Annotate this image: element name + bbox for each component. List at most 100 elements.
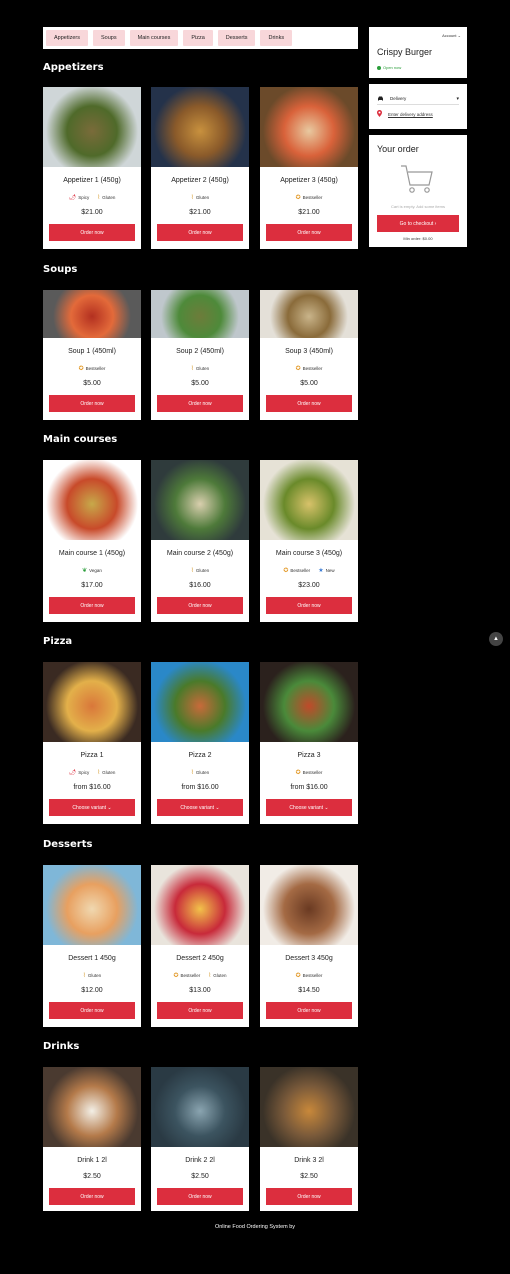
category-chip-appetizers[interactable]: Appetizers	[46, 30, 88, 46]
scroll-to-top-button[interactable]: ▲	[489, 632, 503, 646]
menu-item-card: Appetizer 3 (450g) ✪ Bestseller $21.00 Order…	[260, 87, 358, 249]
menu-item-badges: ⌇ Gluten	[43, 971, 141, 979]
delivery-mode-select[interactable]: Delivery ▾	[377, 93, 459, 105]
menu-item-photo[interactable]	[260, 1067, 358, 1147]
order-now-button[interactable]: Order now	[266, 1188, 352, 1205]
order-now-button[interactable]: Order now	[157, 395, 243, 412]
order-now-button[interactable]: Order now	[157, 1188, 243, 1205]
menu-item-card: Dessert 2 450g ✪ Bestseller ⌇ Gluten $13.00 Or…	[151, 865, 249, 1027]
menu-item-price: $17.00	[81, 582, 103, 589]
account-menu[interactable]: Account ⌄	[442, 33, 461, 38]
menu-item-badges: 🌶 Spicy ⌇ Gluten	[43, 193, 141, 201]
badge-label: Bestseller	[85, 365, 106, 371]
order-now-button[interactable]: Order now	[157, 224, 243, 241]
order-now-button[interactable]: Order now	[49, 1188, 135, 1205]
menu-item-photo[interactable]	[151, 1067, 249, 1147]
open-status: Open now	[377, 65, 401, 70]
menu-item-name: Soup 1 (450ml)	[68, 348, 116, 355]
order-now-button[interactable]: Order now	[266, 1002, 352, 1019]
menu-item-price: $21.00	[189, 209, 211, 216]
category-chip-main-courses[interactable]: Main courses	[129, 30, 179, 46]
menu-item-name: Main course 3 (450g)	[275, 550, 343, 557]
restaurant-name: Crispy Burger	[377, 47, 433, 57]
menu-item-price: $12.00	[81, 987, 103, 994]
menu-item-photo[interactable]	[260, 87, 358, 167]
chili-icon: 🌶	[68, 769, 77, 776]
wheat-icon: ⌇	[208, 972, 212, 979]
order-now-button[interactable]: Order now	[49, 1002, 135, 1019]
wheat-icon: ⌇	[190, 194, 194, 201]
wheat-icon: ⌇	[190, 769, 194, 776]
menu-item-card: Drink 3 2l $2.50 Order now	[260, 1067, 358, 1211]
order-now-button[interactable]: Order now	[49, 597, 135, 614]
badge: ✪ Bestseller	[296, 365, 323, 372]
menu-item-card: Soup 1 (450ml) ✪ Bestseller $5.00 Order now	[43, 290, 141, 420]
footer-text: Online Food Ordering System by	[214, 1224, 296, 1230]
award-icon: ✪	[295, 972, 301, 979]
menu-item-price: $5.00	[191, 380, 209, 387]
section-title: Appetizers	[43, 62, 104, 73]
order-now-button[interactable]: Order now	[49, 395, 135, 412]
award-icon: ✪	[295, 194, 301, 201]
menu-item-photo[interactable]	[260, 290, 358, 338]
order-now-button[interactable]: Order now	[49, 224, 135, 241]
menu-item-photo[interactable]	[260, 865, 358, 945]
menu-item-photo[interactable]	[43, 460, 141, 540]
category-chip-drinks[interactable]: Drinks	[260, 30, 293, 46]
order-now-button[interactable]: Order now	[157, 1002, 243, 1019]
menu-item-photo[interactable]	[43, 87, 141, 167]
menu-item-name: Main course 2 (450g)	[166, 550, 234, 557]
category-chip-desserts[interactable]: Desserts	[217, 30, 256, 46]
badge-label: Gluten	[213, 972, 227, 978]
delivery-address-link[interactable]: Enter delivery address	[377, 110, 433, 118]
menu-item-photo[interactable]	[43, 865, 141, 945]
menu-item-photo[interactable]	[43, 662, 141, 742]
menu-item-photo[interactable]	[151, 662, 249, 742]
badge: ⌇ Gluten	[97, 769, 115, 776]
menu-item-name: Main course 1 (450g)	[58, 550, 126, 557]
order-now-button[interactable]: Order now	[266, 224, 352, 241]
section-title: Main courses	[43, 434, 118, 445]
choose-variant-button[interactable]: Choose variant ⌄	[157, 799, 243, 816]
section-title: Pizza	[43, 636, 73, 647]
menu-item-badges: ✪ Bestseller ⌇ Gluten	[151, 971, 249, 979]
badge: ⌇ Gluten	[191, 567, 209, 574]
badge-label: Gluten	[102, 769, 116, 775]
checkout-button[interactable]: Go to checkout ›	[377, 215, 459, 232]
menu-item-photo[interactable]	[260, 460, 358, 540]
menu-item-photo[interactable]	[151, 290, 249, 338]
badge-label: Bestseller	[302, 194, 323, 200]
menu-item-photo[interactable]	[151, 87, 249, 167]
car-icon	[377, 96, 384, 102]
menu-item-price: $2.50	[300, 1173, 318, 1180]
menu-item-badges: ⌇ Gluten	[151, 768, 249, 776]
menu-item-price: $21.00	[298, 209, 320, 216]
category-chip-pizza[interactable]: Pizza	[183, 30, 213, 46]
order-now-button[interactable]: Order now	[266, 597, 352, 614]
menu-item-price: $2.50	[83, 1173, 101, 1180]
choose-variant-button[interactable]: Choose variant ⌄	[266, 799, 352, 816]
menu-item-card: Soup 3 (450ml) ✪ Bestseller $5.00 Order now	[260, 290, 358, 420]
menu-item-price: $23.00	[298, 582, 320, 589]
menu-item-card: Pizza 3 ✪ Bestseller from $16.00 Choose vari…	[260, 662, 358, 824]
order-title: Your order	[377, 144, 419, 154]
badge-label: New	[325, 567, 335, 573]
badge: ★ New	[318, 567, 334, 574]
category-chip-soups[interactable]: Soups	[93, 30, 125, 46]
menu-item-badges: ❦ Vegan	[43, 566, 141, 574]
menu-item-name: Dessert 2 450g	[176, 955, 224, 962]
badge-label: Gluten	[102, 194, 116, 200]
wheat-icon: ⌇	[97, 194, 101, 201]
choose-variant-button[interactable]: Choose variant ⌄	[49, 799, 135, 816]
menu-item-photo[interactable]	[151, 865, 249, 945]
order-now-button[interactable]: Order now	[266, 395, 352, 412]
order-now-button[interactable]: Order now	[157, 597, 243, 614]
menu-item-photo[interactable]	[43, 1067, 141, 1147]
menu-item-photo[interactable]	[43, 290, 141, 338]
menu-item-photo[interactable]	[260, 662, 358, 742]
badge-label: Gluten	[195, 769, 210, 775]
menu-item-photo[interactable]	[151, 460, 249, 540]
badge: 🌶 Spicy	[69, 769, 90, 776]
badge: ✪ Bestseller	[296, 194, 323, 201]
menu-item-price: $16.00	[189, 582, 211, 589]
